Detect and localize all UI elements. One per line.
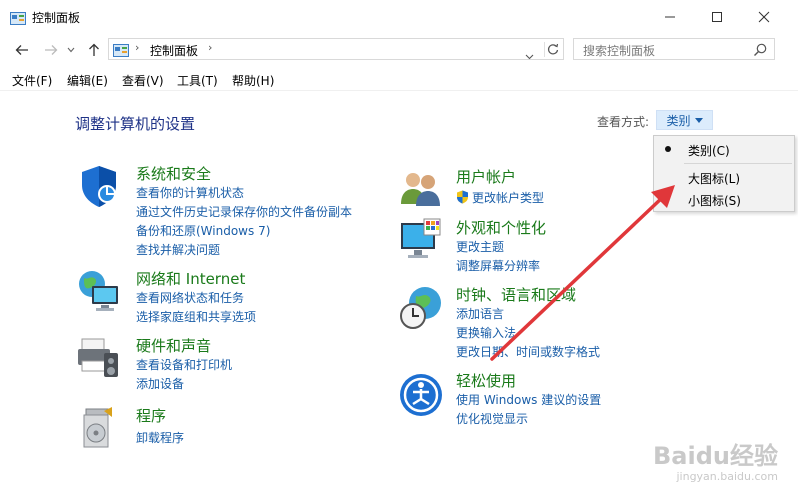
link-troubleshoot[interactable]: 查找并解决问题 bbox=[136, 241, 220, 258]
link-homegroup-sharing[interactable]: 选择家庭组和共享选项 bbox=[136, 308, 256, 325]
category-ease-of-access[interactable]: 轻松使用 bbox=[456, 370, 516, 391]
link-view-computer-status[interactable]: 查看你的计算机状态 bbox=[136, 184, 244, 201]
menu-separator bbox=[684, 163, 792, 164]
address-bar[interactable]: › 控制面板 › bbox=[108, 38, 564, 60]
category-system-security[interactable]: 系统和安全 bbox=[136, 163, 211, 184]
watermark-url: jingyan.baidu.com bbox=[676, 470, 778, 483]
programs-disc-icon[interactable] bbox=[76, 405, 122, 451]
view-by-dropdown[interactable]: 类别 bbox=[656, 110, 713, 130]
close-button[interactable] bbox=[741, 0, 787, 34]
recent-chevron-down-icon[interactable] bbox=[63, 36, 79, 64]
forward-arrow-icon[interactable] bbox=[40, 36, 62, 64]
system-security-shield-icon[interactable] bbox=[76, 163, 122, 209]
view-by-value: 类别 bbox=[666, 113, 691, 128]
user-accounts-icon[interactable] bbox=[398, 166, 444, 212]
view-by-menu: 类别(C) 大图标(L) 小图标(S) bbox=[653, 135, 795, 212]
selected-dot-icon bbox=[665, 146, 671, 152]
breadcrumb-control-panel[interactable]: 控制面板 bbox=[150, 42, 198, 59]
window-title: 控制面板 bbox=[32, 11, 81, 25]
control-panel-small-icon bbox=[113, 42, 129, 57]
menu-option-large-icons[interactable]: 大图标(L) bbox=[654, 166, 794, 188]
category-user-accounts[interactable]: 用户帐户 bbox=[456, 166, 516, 187]
category-hardware-sound[interactable]: 硬件和声音 bbox=[136, 335, 211, 356]
link-optimize-visual-display[interactable]: 优化视觉显示 bbox=[456, 410, 528, 427]
link-add-language[interactable]: 添加语言 bbox=[456, 305, 504, 322]
menu-file[interactable]: 文件(F) bbox=[12, 72, 52, 89]
up-arrow-icon[interactable] bbox=[83, 36, 105, 64]
menu-edit[interactable]: 编辑(E) bbox=[67, 72, 108, 89]
ease-of-access-icon[interactable] bbox=[398, 372, 444, 418]
link-change-theme[interactable]: 更改主题 bbox=[456, 238, 504, 255]
dropdown-caret-icon bbox=[694, 117, 703, 123]
link-change-account-type[interactable]: 更改帐户类型 bbox=[472, 189, 544, 206]
refresh-icon[interactable] bbox=[544, 42, 563, 57]
clock-globe-icon[interactable] bbox=[398, 284, 444, 330]
link-add-device[interactable]: 添加设备 bbox=[136, 375, 184, 392]
breadcrumb-chevron-icon: › bbox=[135, 41, 140, 54]
maximize-button[interactable] bbox=[694, 0, 740, 34]
link-screen-resolution[interactable]: 调整屏幕分辨率 bbox=[456, 257, 540, 274]
page-title: 调整计算机的设置 bbox=[75, 115, 196, 133]
back-arrow-icon[interactable] bbox=[11, 36, 33, 64]
watermark-brand: Baidu经验 bbox=[653, 442, 778, 470]
link-backup-restore[interactable]: 备份和还原(Windows 7) bbox=[136, 222, 270, 239]
link-change-input-method[interactable]: 更换输入法 bbox=[456, 324, 516, 341]
option-label: 大图标(L) bbox=[688, 172, 741, 186]
link-devices-printers[interactable]: 查看设备和打印机 bbox=[136, 356, 232, 373]
search-icon[interactable] bbox=[753, 42, 767, 61]
link-network-status[interactable]: 查看网络状态和任务 bbox=[136, 289, 244, 306]
link-change-date-time-format[interactable]: 更改日期、时间或数字格式 bbox=[456, 343, 600, 360]
category-clock-language-region[interactable]: 时钟、语言和区域 bbox=[456, 284, 576, 305]
network-globe-icon[interactable] bbox=[76, 268, 122, 314]
uac-shield-icon bbox=[456, 189, 469, 208]
menu-option-small-icons[interactable]: 小图标(S) bbox=[654, 188, 794, 210]
menu-tools[interactable]: 工具(T) bbox=[177, 72, 218, 89]
menu-option-category[interactable]: 类别(C) bbox=[654, 138, 794, 160]
control-panel-app-icon bbox=[10, 10, 26, 25]
printer-speaker-icon[interactable] bbox=[76, 335, 122, 381]
option-label: 类别(C) bbox=[688, 144, 730, 158]
menu-view[interactable]: 查看(V) bbox=[122, 72, 164, 89]
view-by-label: 查看方式: bbox=[597, 115, 650, 129]
option-label: 小图标(S) bbox=[688, 194, 741, 208]
appearance-monitor-icon[interactable] bbox=[398, 217, 444, 263]
link-windows-suggested-settings[interactable]: 使用 Windows 建议的设置 bbox=[456, 391, 601, 408]
category-programs[interactable]: 程序 bbox=[136, 405, 166, 426]
link-uninstall-program[interactable]: 卸载程序 bbox=[136, 429, 184, 446]
category-appearance-personalization[interactable]: 外观和个性化 bbox=[456, 217, 546, 238]
search-input[interactable]: 搜索控制面板 bbox=[583, 42, 655, 59]
breadcrumb-chevron-icon: › bbox=[208, 41, 213, 54]
menu-bar: 文件(F) 编辑(E) 查看(V) 工具(T) 帮助(H) bbox=[0, 68, 798, 91]
watermark: Baidu经验 jingyan.baidu.com bbox=[653, 442, 778, 484]
search-box[interactable]: 搜索控制面板 bbox=[573, 38, 775, 60]
menu-help[interactable]: 帮助(H) bbox=[232, 72, 274, 89]
minimize-button[interactable] bbox=[647, 0, 693, 34]
title-bar: 控制面板 bbox=[0, 0, 798, 34]
category-network-internet[interactable]: 网络和 Internet bbox=[136, 268, 245, 289]
link-file-history-backup[interactable]: 通过文件历史记录保存你的文件备份副本 bbox=[136, 203, 352, 220]
address-dropdown-chevron-icon[interactable] bbox=[525, 45, 534, 64]
